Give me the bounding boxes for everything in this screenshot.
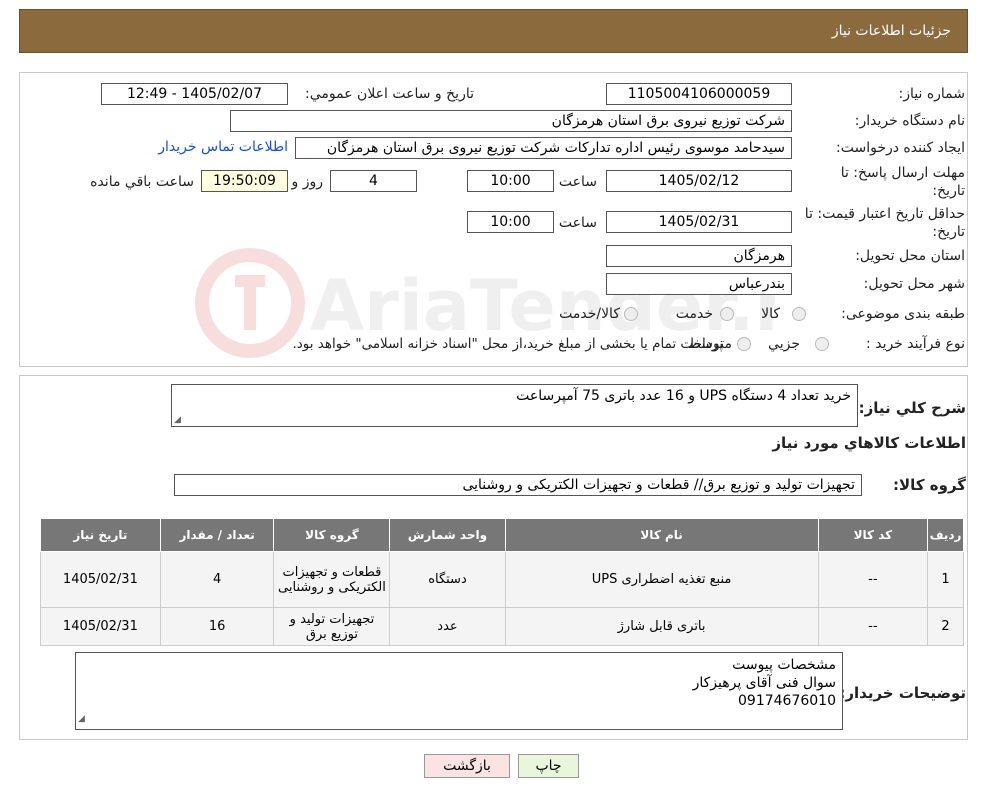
validity-date-field: 1405/02/31 <box>606 211 792 233</box>
announce-datetime-field: 1405/02/07 - 12:49 <box>101 83 288 105</box>
col-row-header: رديف <box>927 518 964 552</box>
validity-label: حداقل تاريخ اعتبار قيمت: تا <box>804 206 965 222</box>
category-label: طبقه بندی موضوعی: <box>841 306 965 322</box>
goods-group-field: تجهیزات تولید و توزیع برق// قطعات و تجهی… <box>174 474 862 496</box>
table-row: 2 -- باتری قابل شارژ عدد تجهیزات تولید و… <box>40 607 964 646</box>
category-goods-service-radio[interactable] <box>624 307 638 321</box>
province-field: هرمزگان <box>606 245 792 267</box>
item-need-date: 1405/02/31 <box>40 551 161 608</box>
resize-handle-icon[interactable]: ◢ <box>174 415 181 425</box>
buyer-notes-line: 09174676010 <box>738 693 836 709</box>
validity-time-field: 10:00 <box>467 211 554 233</box>
resize-handle-icon[interactable]: ◢ <box>78 710 85 728</box>
validity-label-date: تاريخ: <box>932 224 965 240</box>
description-label: شرح کلي نياز: <box>858 399 966 417</box>
process-label: نوع فرآيند خريد : <box>866 336 965 352</box>
page-title: جزئیات اطلاعات نیاز <box>831 23 951 39</box>
item-name: منبع تغذیه اضطراری UPS <box>504 551 819 608</box>
category-goods-radio[interactable] <box>792 307 806 321</box>
description-textarea[interactable]: خرید تعداد 4 دستگاه UPS و 16 عدد باتری 7… <box>171 384 858 427</box>
items-table: رديف کد کالا نام کالا واحد شمارش گروه کا… <box>40 518 964 646</box>
province-label: استان محل تحويل: <box>855 248 965 264</box>
row-number: 1 <box>927 551 964 608</box>
item-group: تجهیزات تولید و توزیع برق <box>273 607 391 646</box>
description-text: خرید تعداد 4 دستگاه UPS و 16 عدد باتری 7… <box>516 388 851 404</box>
item-code: -- <box>817 551 929 608</box>
process-minor-label: جزيي <box>768 336 800 352</box>
buyer-notes-line: سوال فنی آقای پرهیزکار <box>692 675 836 691</box>
col-qty-header: تعداد / مقدار <box>159 518 275 552</box>
category-goods-label: کالا <box>761 306 780 322</box>
deadline-label-date: تاريخ: <box>932 183 965 199</box>
back-button[interactable]: بازگشت <box>424 754 510 778</box>
row-number: 2 <box>927 607 964 646</box>
table-header-row: رديف کد کالا نام کالا واحد شمارش گروه کا… <box>40 518 964 552</box>
process-medium-radio[interactable] <box>737 337 751 351</box>
city-label: شهر محل تحويل: <box>863 276 965 292</box>
buyer-notes-label: توضيحات خريدار: <box>839 684 966 702</box>
item-quantity: 16 <box>159 607 275 646</box>
category-goods-service-label: کالا/خدمت <box>559 306 620 322</box>
buyer-contact-link[interactable]: اطلاعات تماس خريدار <box>158 139 288 155</box>
col-date-header: تاريخ نياز <box>40 518 161 552</box>
goods-group-label: گروه کالا: <box>893 476 966 494</box>
buyer-org-label: نام دستگاه خريدار: <box>854 113 965 129</box>
item-name: باتری قابل شارژ <box>504 607 819 646</box>
item-unit: عدد <box>389 607 506 646</box>
item-quantity: 4 <box>159 551 275 608</box>
category-service-label: خدمت <box>675 306 713 322</box>
city-field: بندرعباس <box>606 273 792 295</box>
goods-info-title: اطلاعات کالاهاي مورد نياز <box>772 434 966 452</box>
requester-label: ايجاد کننده درخواست: <box>836 140 965 156</box>
buyer-org-field: شرکت توزیع نیروی برق استان هرمزگان <box>230 110 792 132</box>
deadline-time-field: 10:00 <box>467 170 554 192</box>
col-group-header: گروه کالا <box>273 518 391 552</box>
category-service-radio[interactable] <box>720 307 734 321</box>
process-note: پرداخت تمام يا بخشی از مبلغ خريد،از محل … <box>292 336 723 352</box>
days-field: 4 <box>330 170 417 192</box>
days-label: روز و <box>291 174 324 190</box>
item-need-date: 1405/02/31 <box>40 607 161 646</box>
item-code: -- <box>817 607 929 646</box>
process-minor-radio[interactable] <box>815 337 829 351</box>
table-row: 1 -- منبع تغذیه اضطراری UPS دستگاه قطعات… <box>40 551 964 608</box>
remaining-time-field: 19:50:09 <box>201 170 288 192</box>
col-name-header: نام کالا <box>504 518 819 552</box>
requester-field: سیدحامد موسوی رئیس اداره تدارکات شرکت تو… <box>295 137 792 159</box>
remaining-label: ساعت باقي مانده <box>90 174 194 190</box>
page-header: جزئیات اطلاعات نیاز <box>19 9 968 53</box>
col-code-header: کد کالا <box>817 518 929 552</box>
deadline-time-label: ساعت <box>558 174 597 190</box>
print-button[interactable]: چاپ <box>518 754 579 778</box>
buyer-notes-line: مشخصات پیوست <box>732 657 836 673</box>
announce-label: تاریخ و ساعت اعلان عمومي: <box>305 86 474 102</box>
validity-time-label: ساعت <box>558 215 597 231</box>
need-number-field: 1105004106000059 <box>606 83 792 105</box>
buyer-notes-textarea[interactable]: مشخصات پیوست سوال فنی آقای پرهیزکار 0917… <box>75 652 843 730</box>
deadline-label: مهلت ارسال پاسخ: تا <box>840 165 965 181</box>
deadline-date-field: 1405/02/12 <box>606 170 792 192</box>
item-unit: دستگاه <box>389 551 506 608</box>
need-number-label: شماره نیاز: <box>898 86 966 102</box>
item-group: قطعات و تجهیزات الکتریکی و روشنایی <box>273 551 391 608</box>
col-unit-header: واحد شمارش <box>389 518 506 552</box>
